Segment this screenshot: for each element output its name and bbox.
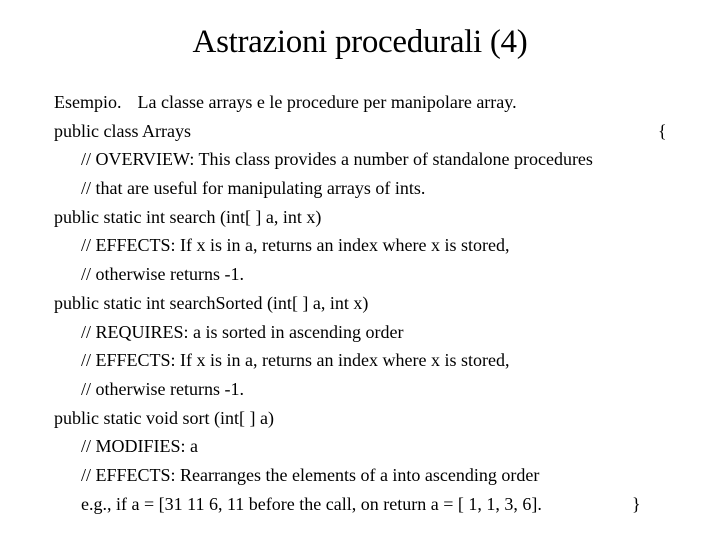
- sort-signature: public static void sort (int[ ] a): [54, 407, 274, 428]
- sort-example-line: e.g., if a = [31 11 6, 11 before the cal…: [54, 490, 664, 519]
- class-declaration-line: public class Arrays {: [54, 117, 667, 146]
- sort-example: e.g., if a = [31 11 6, 11 before the cal…: [81, 493, 542, 514]
- overview-comment-2: // that are useful for manipulating arra…: [81, 178, 426, 199]
- intro-text: La classe arrays e le procedure per mani…: [137, 92, 517, 112]
- slide-title: Astrazioni procedurali (4): [192, 24, 528, 60]
- overview-comment-1: // OVERVIEW: This class provides a numbe…: [81, 149, 593, 170]
- sort-modifies: // MODIFIES: a: [81, 436, 198, 457]
- search-signature: public static int search (int[ ] a, int …: [54, 206, 322, 227]
- search-effects-1: // EFFECTS: If x is in a, returns an ind…: [81, 235, 510, 256]
- open-brace: {: [658, 120, 667, 141]
- search-effects-2: // otherwise returns -1.: [81, 264, 244, 285]
- close-brace: }: [632, 493, 641, 514]
- search-sorted-effects-2: // otherwise returns -1.: [81, 378, 244, 399]
- search-sorted-signature: public static int searchSorted (int[ ] a…: [54, 292, 369, 313]
- search-sorted-requires: // REQUIRES: a is sorted in ascending or…: [81, 321, 404, 342]
- slide-body: Esempio. La classe arrays e le procedure …: [54, 88, 667, 519]
- intro-line: Esempio. La classe arrays e le procedure …: [54, 88, 664, 117]
- sort-effects: // EFFECTS: Rearranges the elements of a…: [81, 464, 540, 485]
- class-declaration: public class Arrays: [54, 120, 191, 141]
- intro-label: Esempio.: [54, 92, 122, 112]
- search-sorted-effects-1: // EFFECTS: If x is in a, returns an ind…: [81, 350, 510, 371]
